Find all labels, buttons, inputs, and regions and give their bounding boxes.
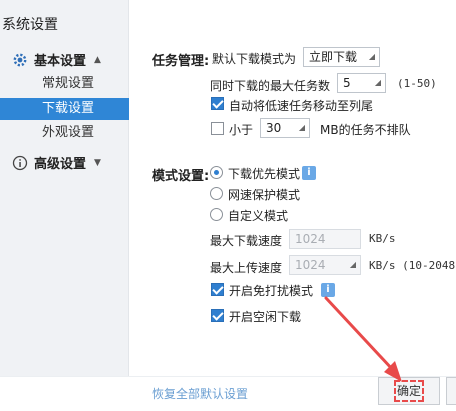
expand-caret-icon: ▼: [94, 157, 101, 168]
sidebar-item-download[interactable]: 下载设置: [0, 98, 129, 120]
sidebar-group-basic[interactable]: 基本设置 ▲: [12, 50, 101, 69]
ok-button[interactable]: 确定: [378, 377, 440, 405]
default-mode-label: 默认下载模式为: [212, 52, 297, 66]
less-than-suffix: MB的任务不排队: [320, 123, 411, 137]
sidebar-group-advanced[interactable]: 高级设置 ▼: [12, 153, 101, 172]
max-download-input[interactable]: 1024: [289, 229, 361, 249]
sidebar-group-advanced-label: 高级设置: [34, 157, 87, 172]
max-tasks-select[interactable]: 5 ◢: [337, 73, 386, 93]
mode-custom-radio[interactable]: [210, 208, 223, 221]
sidebar-title: 系统设置: [2, 17, 58, 33]
less-than-label: 小于: [229, 123, 254, 137]
restore-defaults-link[interactable]: 恢复全部默认设置: [152, 385, 248, 402]
mode-custom-label: 自定义模式: [228, 209, 289, 223]
dropdown-arrow-icon: ◢: [298, 123, 305, 132]
mode-download-priority-label: 下载优先模式: [228, 167, 301, 181]
max-tasks-range: (1-50): [397, 77, 437, 90]
auto-move-checkbox[interactable]: [211, 97, 224, 110]
default-mode-select[interactable]: 立即下载 ◢: [303, 47, 380, 67]
max-tasks-value: 5: [343, 76, 351, 90]
mode-speed-protect-label: 网速保护模式: [228, 188, 301, 202]
collapse-caret-icon: ▲: [94, 54, 101, 65]
dropdown-arrow-icon: ◢: [368, 52, 375, 61]
sidebar-group-basic-label: 基本设置: [34, 54, 87, 69]
max-upload-value: 1024: [295, 258, 326, 272]
max-download-unit: KB/s: [369, 232, 396, 245]
no-disturb-label: 开启免打扰模式: [229, 284, 314, 298]
info-icon[interactable]: i: [302, 166, 316, 180]
dropdown-arrow-icon: ◢: [374, 78, 381, 87]
max-upload-input[interactable]: 1024 ◢: [289, 255, 361, 275]
idle-download-checkbox[interactable]: [211, 309, 224, 322]
footer-bar: 恢复全部默认设置 确定: [0, 376, 456, 411]
download-settings-panel: 任务管理: 默认下载模式为 立即下载 ◢ 同时下载的最大任务数 5 ◢ (1-5…: [140, 0, 456, 376]
less-than-select[interactable]: 30 ◢: [260, 118, 310, 138]
less-than-checkbox[interactable]: [211, 122, 224, 135]
mode-section-label: 模式设置:: [152, 169, 210, 184]
sidebar-item-appearance[interactable]: 外观设置: [0, 122, 129, 144]
max-download-label: 最大下载速度: [210, 234, 283, 248]
cancel-button-edge[interactable]: [446, 377, 456, 405]
mode-download-priority-radio[interactable]: [210, 166, 223, 179]
no-disturb-checkbox[interactable]: [211, 283, 224, 296]
max-upload-unit: KB/s (10-2048): [369, 259, 456, 272]
max-tasks-label: 同时下载的最大任务数: [210, 79, 331, 93]
dropdown-arrow-icon: ◢: [349, 260, 356, 269]
mode-speed-protect-radio[interactable]: [210, 187, 223, 200]
task-section-label: 任务管理:: [152, 54, 210, 69]
info-circle-icon: [12, 155, 28, 171]
highlight-box: [394, 380, 424, 402]
info-icon[interactable]: i: [321, 283, 335, 297]
less-than-value: 30: [266, 121, 282, 135]
max-download-value: 1024: [295, 232, 326, 246]
gear-icon: [12, 52, 28, 68]
auto-move-label: 自动将低速任务移动至列尾: [229, 99, 374, 113]
sidebar: 系统设置 基本设置 ▲ 常规设置 下载设置 外观设置 高级设置 ▼: [0, 0, 129, 376]
max-upload-label: 最大上传速度: [210, 261, 283, 275]
default-mode-value: 立即下载: [309, 50, 358, 64]
sidebar-item-general[interactable]: 常规设置: [0, 73, 129, 95]
idle-download-label: 开启空闲下载: [229, 310, 302, 324]
